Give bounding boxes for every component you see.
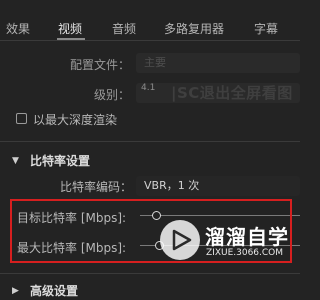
advanced-section-title: 高级设置 bbox=[30, 284, 79, 298]
tab-effects[interactable]: 效果 bbox=[6, 20, 30, 37]
level-value: 4.1 bbox=[141, 83, 156, 93]
tab-captions[interactable]: 字幕 bbox=[254, 20, 278, 37]
bitrate-encoding-dropdown[interactable]: VBR，1 次 bbox=[136, 176, 300, 196]
tab-divider bbox=[0, 40, 300, 41]
play-circle-icon bbox=[160, 220, 200, 260]
watermark-title: 溜溜自学 bbox=[205, 225, 289, 249]
play-icon bbox=[172, 229, 192, 251]
section-divider bbox=[0, 141, 300, 142]
expand-chevron-icon[interactable]: ▶ bbox=[12, 286, 19, 296]
level-label: 级别： bbox=[93, 88, 130, 102]
exit-fullscreen-overlay: |SC退出全屏看图 bbox=[171, 84, 293, 102]
max-depth-label: 以最大深度渲染 bbox=[33, 113, 118, 127]
tab-bar: 效果 视频 音频 多路复用器 字幕 bbox=[0, 0, 300, 40]
bitrate-encoding-label: 比特率编码： bbox=[59, 180, 132, 194]
watermark-url: ZIXUE.3066.COM bbox=[206, 248, 284, 258]
bitrate-section-title: 比特率设置 bbox=[30, 154, 91, 168]
max-depth-checkbox[interactable] bbox=[16, 113, 27, 124]
profile-dropdown[interactable]: 主要 bbox=[136, 53, 300, 73]
tab-video[interactable]: 视频 bbox=[58, 20, 82, 37]
watermark-logo: 溜溜自学 ZIXUE.3066.COM bbox=[158, 216, 300, 266]
tab-multiplexer[interactable]: 多路复用器 bbox=[164, 20, 224, 37]
collapse-chevron-icon[interactable]: ▼ bbox=[12, 156, 19, 166]
profile-label: 配置文件： bbox=[69, 58, 130, 72]
tab-audio[interactable]: 音频 bbox=[112, 20, 136, 37]
max-bitrate-label: 最大比特率 [Mbps]: bbox=[17, 241, 127, 255]
section-divider-bottom bbox=[0, 273, 300, 274]
target-bitrate-label: 目标比特率 [Mbps]: bbox=[17, 211, 127, 225]
